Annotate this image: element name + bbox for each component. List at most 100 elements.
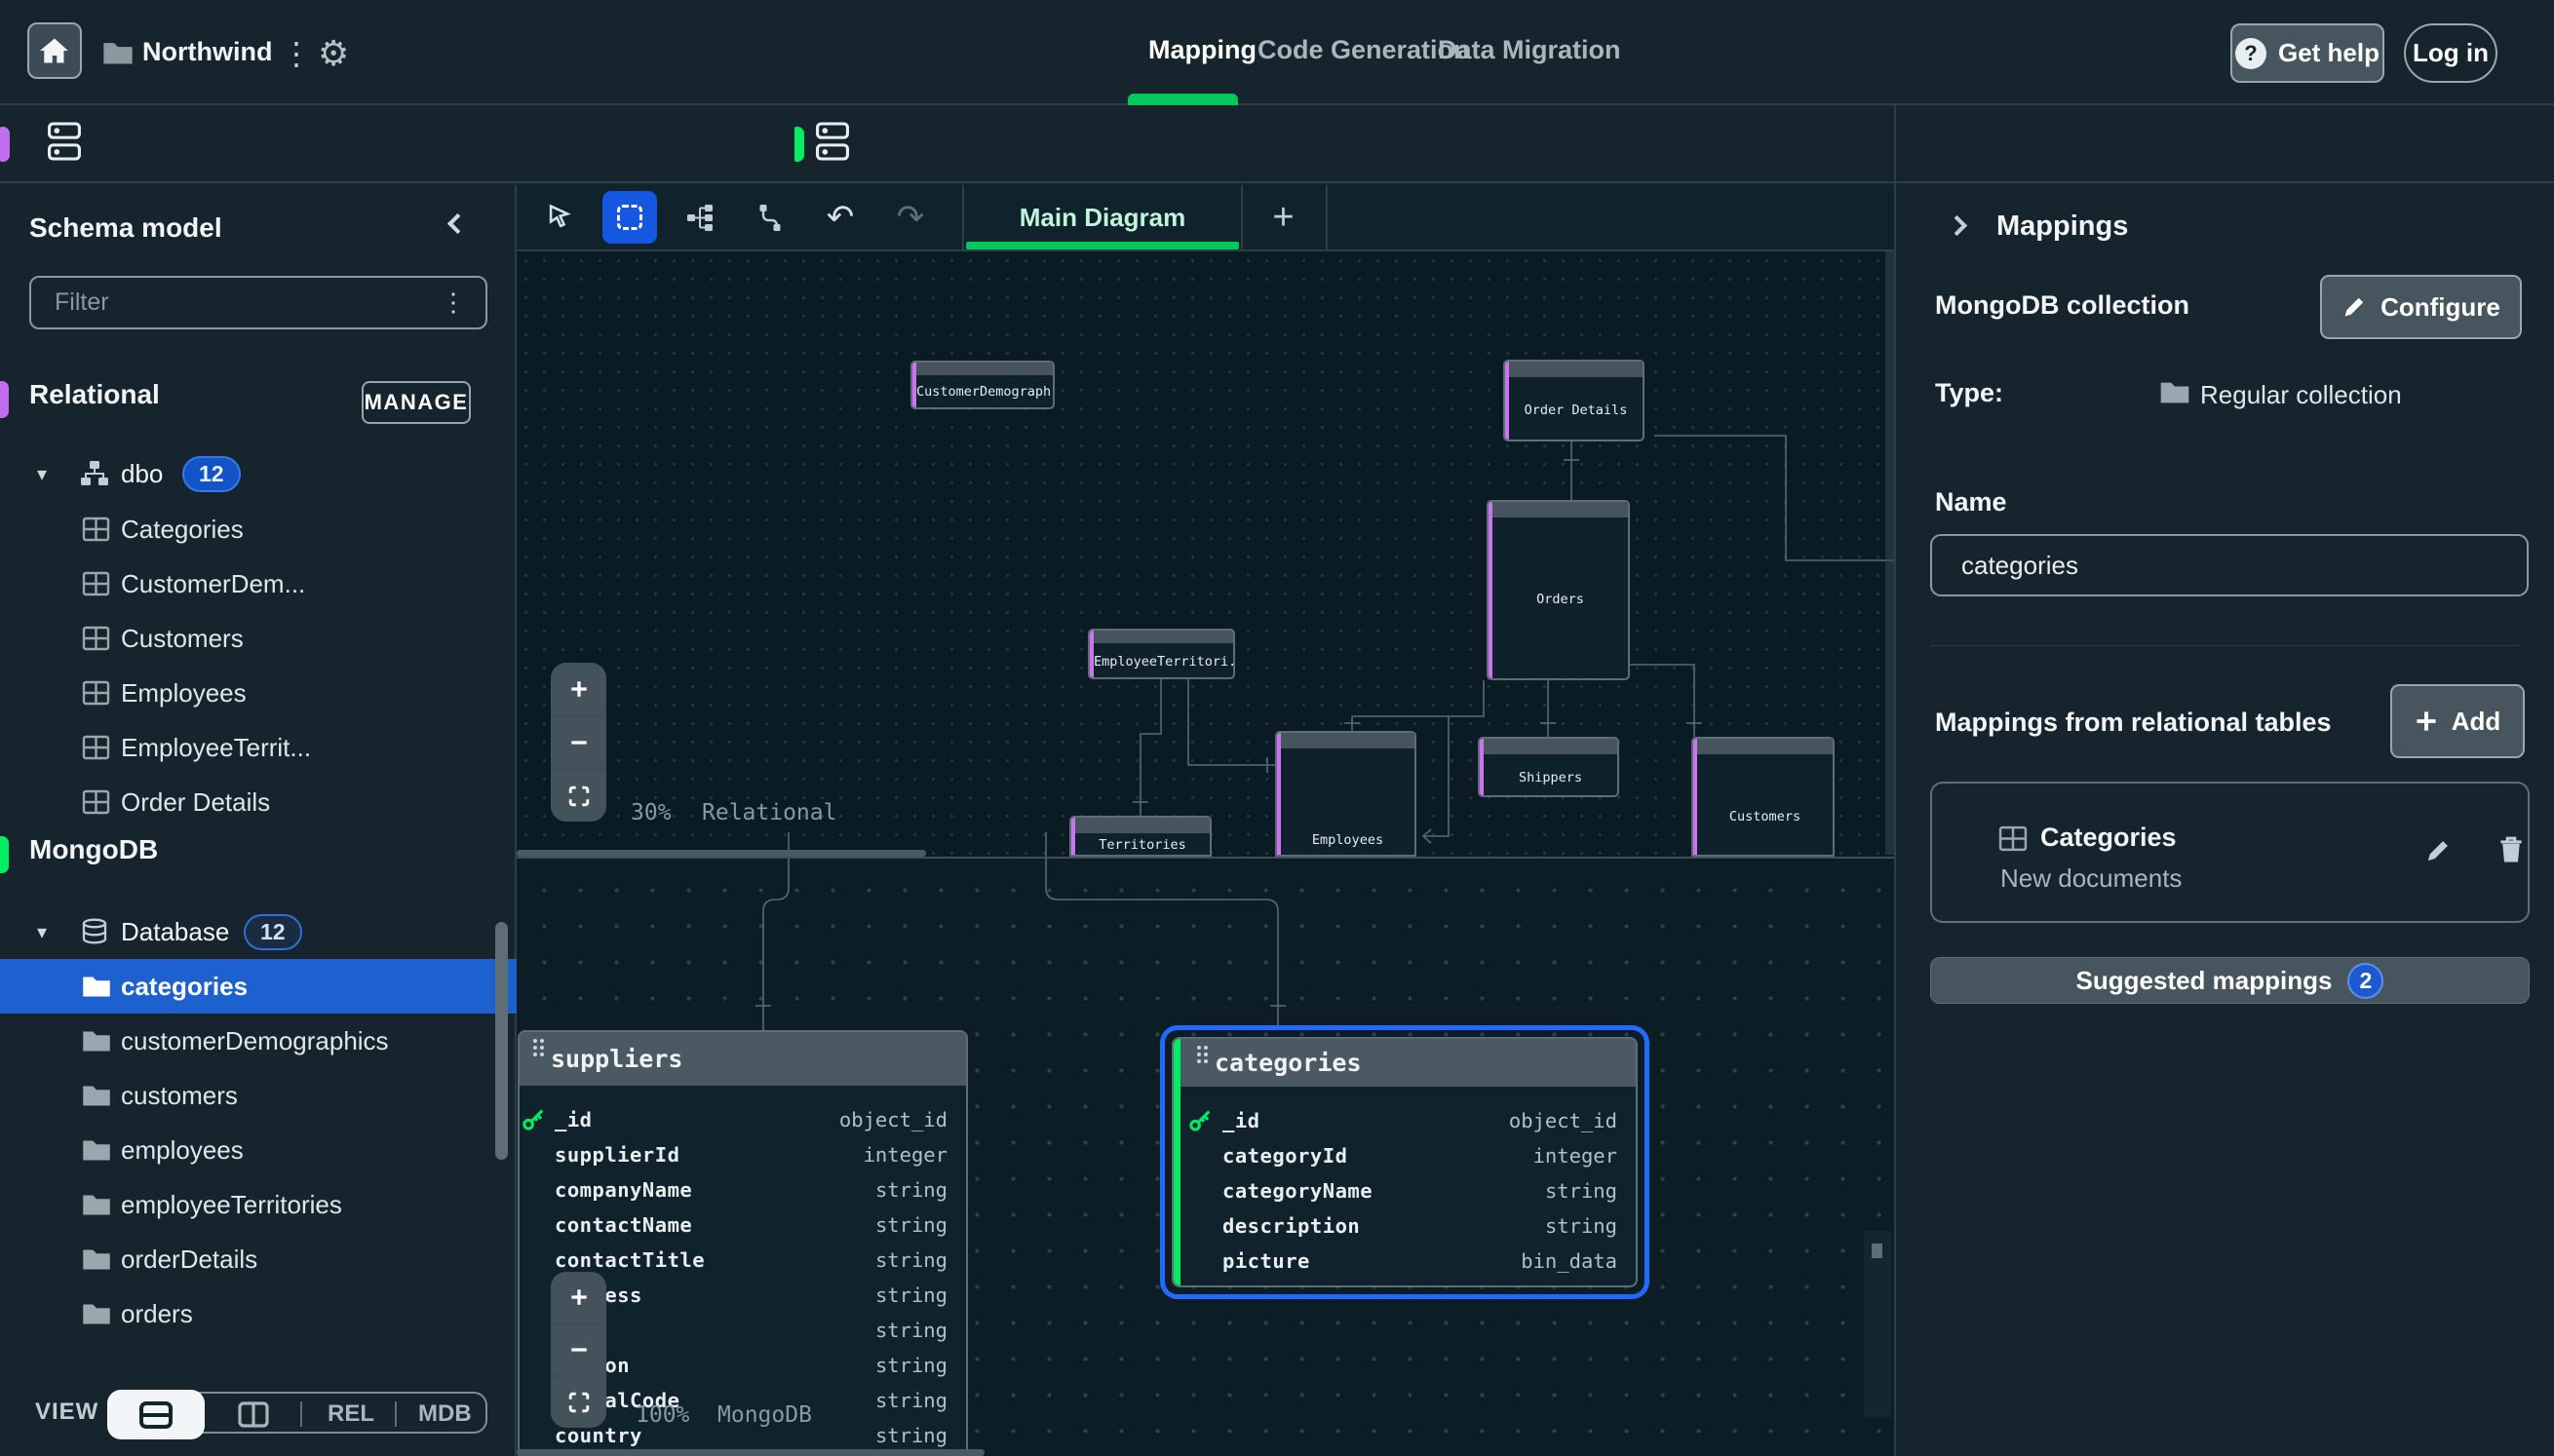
table-label: Employees xyxy=(121,677,247,708)
mongo-table-categories[interactable]: categories _id object_id categoryId integ… xyxy=(1172,1037,1638,1287)
mapping-card-title: Categories xyxy=(2040,823,2177,852)
sidebar-item-customers-table[interactable]: Customers xyxy=(0,611,517,666)
zoom-fit-button[interactable] xyxy=(551,1377,606,1428)
add-mapping-button[interactable]: Add xyxy=(2390,684,2525,758)
sidebar-item-employees-table[interactable]: Employees xyxy=(0,666,517,720)
scrollbar-thumb[interactable] xyxy=(1872,1244,1882,1258)
sidebar-item-employeeterritories-collection[interactable]: employeeTerritories xyxy=(0,1177,517,1232)
field-name: supplierId xyxy=(555,1143,680,1167)
settings-gear-icon[interactable]: ⚙ xyxy=(318,33,349,74)
field-row[interactable]: _id object_id xyxy=(520,1102,966,1137)
table-name: Order Details xyxy=(1524,402,1628,418)
collection-label: categories xyxy=(121,971,249,1001)
view-mode-rel-button[interactable]: REL xyxy=(328,1400,374,1428)
sidebar-item-categories-table[interactable]: Categories xyxy=(0,502,517,556)
rel-table-customers[interactable]: Customers xyxy=(1691,737,1835,857)
field-row[interactable]: categoryName string xyxy=(1174,1173,1636,1208)
view-mode-mdb-button[interactable]: MDB xyxy=(418,1400,472,1428)
sidebar-item-dbo[interactable]: ▾ dbo 12 xyxy=(0,446,517,501)
rel-table-territories[interactable]: Territories xyxy=(1069,816,1212,857)
collection-name-input[interactable]: categories xyxy=(1930,534,2529,596)
view-segmented-control: REL MDB xyxy=(107,1390,487,1439)
mongodb-vertical-scrollbar[interactable] xyxy=(1864,1231,1891,1417)
suggested-mappings-button[interactable]: Suggested mappings 2 xyxy=(1930,957,2530,1004)
configure-button[interactable]: Configure xyxy=(2320,275,2522,339)
tab-data-migration[interactable]: Data Migration xyxy=(1438,35,1621,65)
field-row[interactable]: supplierId integer xyxy=(520,1137,966,1172)
get-help-button[interactable]: ? Get help xyxy=(2230,23,2384,83)
rel-table-employeeterritories[interactable]: EmployeeTerritori... xyxy=(1088,629,1235,679)
project-menu-kebab-icon[interactable]: ⋮ xyxy=(281,35,312,72)
home-button[interactable] xyxy=(27,22,82,79)
zoom-out-button[interactable] xyxy=(551,716,606,768)
sidebar-item-orders-collection[interactable]: orders xyxy=(0,1286,517,1341)
suppliers-header[interactable]: suppliers xyxy=(520,1032,966,1086)
table-header xyxy=(1071,818,1210,833)
caret-down-icon[interactable]: ▾ xyxy=(37,462,47,486)
sidebar-collapse-button[interactable] xyxy=(446,212,469,236)
sidebar-item-customerdem-table[interactable]: CustomerDem... xyxy=(0,556,517,611)
mongodb-db-icon xyxy=(816,122,849,161)
zoom-out-button[interactable] xyxy=(551,1324,606,1375)
folder-icon xyxy=(83,1304,110,1323)
field-row[interactable]: companyName string xyxy=(520,1172,966,1207)
zoom-fit-button[interactable] xyxy=(551,770,606,822)
edit-pencil-icon[interactable] xyxy=(2424,837,2452,864)
rel-table-orders[interactable]: Orders xyxy=(1487,500,1630,680)
table-name: Orders xyxy=(1536,592,1584,607)
sidebar-item-customers-collection[interactable]: customers xyxy=(0,1068,517,1123)
auto-layout-button[interactable] xyxy=(673,191,727,244)
collection-label: orders xyxy=(121,1298,193,1328)
field-row[interactable]: picture bin_data xyxy=(1174,1244,1636,1279)
rel-table-shippers[interactable]: Shippers xyxy=(1478,737,1619,797)
view-mode-split-vertical-button[interactable] xyxy=(238,1401,269,1428)
delete-trash-icon[interactable] xyxy=(2497,835,2525,864)
mapping-card-categories[interactable]: Categories New documents xyxy=(1930,782,2530,923)
field-row[interactable]: description string xyxy=(1174,1208,1636,1244)
mongodb-diagram-section[interactable]: suppliers _id object_id supplierId intege… xyxy=(517,859,1896,1456)
sidebar-item-order-details-table[interactable]: Order Details xyxy=(0,775,517,829)
diagram-tab-main[interactable]: Main Diagram xyxy=(964,185,1241,249)
field-row[interactable]: _id object_id xyxy=(1174,1103,1636,1138)
connector-style-button[interactable] xyxy=(743,191,797,244)
select-cursor-button[interactable] xyxy=(532,191,587,244)
sidebar-item-customerdemographics-collection[interactable]: customerDemographics xyxy=(0,1014,517,1068)
sidebar-item-employees-collection[interactable]: employees xyxy=(0,1123,517,1177)
mongo-table-categories-selection[interactable]: categories _id object_id categoryId integ… xyxy=(1160,1025,1649,1299)
tab-mapping[interactable]: Mapping xyxy=(1148,35,1257,65)
relational-horizontal-scrollbar[interactable] xyxy=(517,850,926,857)
sidebar-item-categories-collection[interactable]: categories xyxy=(0,959,517,1014)
rel-table-employees[interactable]: Employees xyxy=(1275,731,1416,857)
mapping-card-subtitle: New documents xyxy=(2000,863,2183,893)
sidebar-scrollbar[interactable] xyxy=(495,922,508,1160)
categories-header[interactable]: categories xyxy=(1174,1039,1636,1087)
sidebar-item-database[interactable]: ▾ Database 12 xyxy=(0,904,517,959)
collection-type-folder-icon xyxy=(2160,382,2189,403)
relational-diagram-section[interactable]: CustomerDemograph... Order Details Order… xyxy=(517,251,1896,857)
type-value: Regular collection xyxy=(2200,380,2402,409)
zoom-in-button[interactable] xyxy=(551,663,606,714)
filter-input[interactable]: Filter ⋮ xyxy=(29,276,487,329)
mappings-section-label: Mappings from relational tables xyxy=(1935,708,2332,737)
add-diagram-button[interactable]: + xyxy=(1241,185,1326,249)
sidebar-item-employeeterrit-table[interactable]: EmployeeTerrit... xyxy=(0,720,517,775)
log-in-button[interactable]: Log in xyxy=(2404,23,2497,83)
rel-table-customerdemographics[interactable]: CustomerDemograph... xyxy=(910,361,1055,409)
mongodb-horizontal-scrollbar[interactable] xyxy=(517,1449,985,1456)
table-name: CustomerDemograph... xyxy=(916,384,1053,400)
manage-button[interactable]: MANAGE xyxy=(362,381,471,424)
redo-button[interactable]: ↷ xyxy=(883,191,938,244)
view-mode-split-horizontal-button[interactable] xyxy=(107,1390,205,1439)
caret-down-icon[interactable]: ▾ xyxy=(37,920,47,944)
field-row[interactable]: contactName string xyxy=(520,1207,966,1243)
field-row[interactable]: categoryId integer xyxy=(1174,1138,1636,1173)
zoom-in-button[interactable] xyxy=(551,1272,606,1322)
panel-collapse-button[interactable] xyxy=(1946,214,1968,238)
filter-options-kebab-icon[interactable]: ⋮ xyxy=(441,287,466,318)
rel-table-order-details[interactable]: Order Details xyxy=(1503,360,1645,441)
undo-button[interactable]: ↶ xyxy=(813,191,868,244)
marquee-select-button[interactable] xyxy=(602,191,657,244)
sidebar-item-orderdetails-collection[interactable]: orderDetails xyxy=(0,1232,517,1286)
connector-icon xyxy=(759,205,781,231)
field-type: string xyxy=(874,1319,948,1342)
